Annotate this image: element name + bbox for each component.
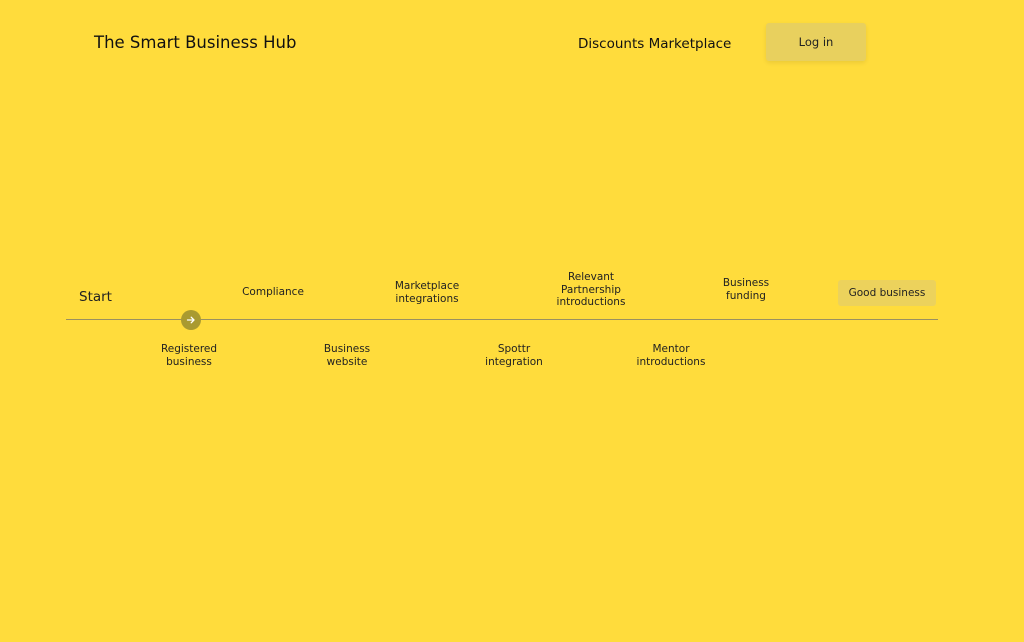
timeline-step-business-website: Business website (323, 343, 371, 368)
timeline-goal-badge: Good business (838, 280, 936, 306)
timeline-progress-marker[interactable] (181, 310, 201, 330)
nav-discounts-marketplace[interactable]: Discounts Marketplace (578, 36, 731, 52)
timeline-step-spottr-integration: Spottr integration (485, 343, 543, 368)
timeline-step-partnership-introductions: Relevant Partnership introductions (556, 271, 626, 308)
brand-title[interactable]: The Smart Business Hub (94, 33, 296, 52)
timeline-step-marketplace-integrations: Marketplace integrations (394, 280, 460, 305)
timeline-step-registered-business: Registered business (160, 343, 218, 368)
arrow-right-icon (186, 315, 196, 325)
timeline-step-compliance: Compliance (242, 286, 304, 298)
timeline-step-mentor-introductions: Mentor introductions (636, 343, 706, 368)
timeline-start-label: Start (79, 289, 112, 305)
timeline-step-business-funding: Business funding (722, 277, 770, 302)
header: The Smart Business Hub Discounts Marketp… (0, 0, 1024, 90)
login-button[interactable]: Log in (766, 23, 866, 61)
